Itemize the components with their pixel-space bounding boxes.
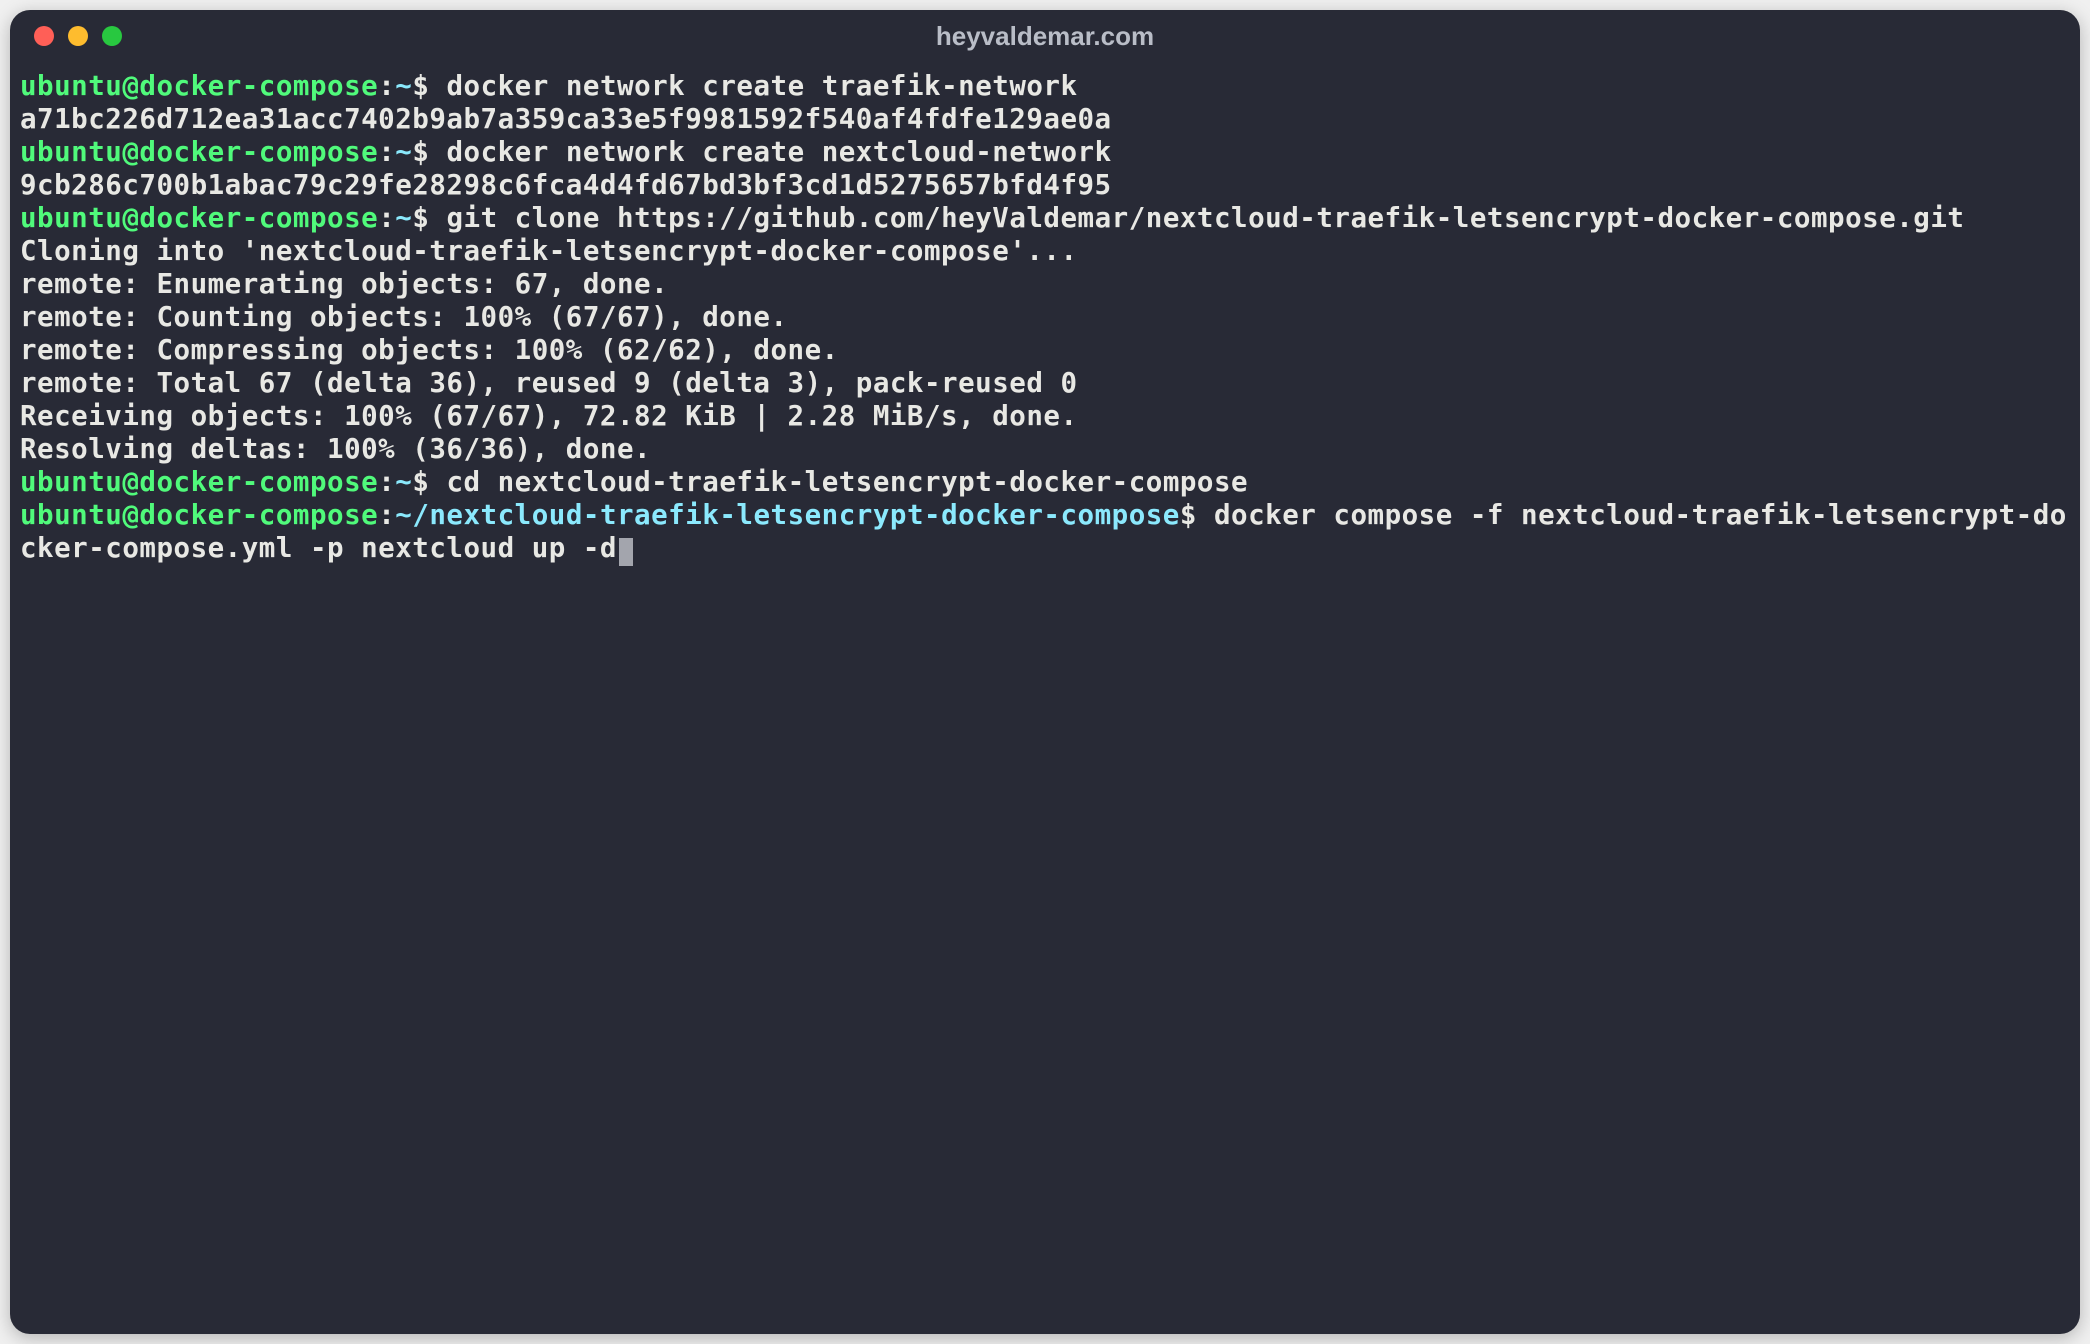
command-text: git clone https://github.com/heyValdemar… (446, 202, 1964, 234)
window-controls (34, 26, 122, 46)
titlebar: heyvaldemar.com (10, 10, 2080, 62)
prompt-line: ubuntu@docker-compose:~$ docker network … (20, 70, 2070, 103)
prompt-separator: : (378, 70, 395, 102)
prompt-host: docker-compose (139, 202, 378, 234)
prompt-path: ~ (395, 202, 412, 234)
prompt-user: ubuntu (20, 202, 122, 234)
prompt-host: docker-compose (139, 499, 378, 531)
prompt-user: ubuntu (20, 136, 122, 168)
prompt-line: ubuntu@docker-compose:~/nextcloud-traefi… (20, 499, 2070, 565)
prompt-user: ubuntu (20, 466, 122, 498)
prompt-separator: : (378, 499, 395, 531)
prompt-at: @ (122, 202, 139, 234)
prompt-at: @ (122, 466, 139, 498)
output-line: remote: Compressing objects: 100% (62/62… (20, 334, 2070, 367)
prompt-symbol: $ (1180, 499, 1214, 531)
output-line: 9cb286c700b1abac79c29fe28298c6fca4d4fd67… (20, 169, 2070, 202)
output-line: Receiving objects: 100% (67/67), 72.82 K… (20, 400, 2070, 433)
prompt-at: @ (122, 136, 139, 168)
command-text: docker network create nextcloud-network (446, 136, 1111, 168)
prompt-line: ubuntu@docker-compose:~$ cd nextcloud-tr… (20, 466, 2070, 499)
prompt-symbol: $ (412, 136, 446, 168)
prompt-user: ubuntu (20, 499, 122, 531)
prompt-line: ubuntu@docker-compose:~$ git clone https… (20, 202, 2070, 235)
command-text: docker network create traefik-network (446, 70, 1077, 102)
prompt-user: ubuntu (20, 70, 122, 102)
output-line: a71bc226d712ea31acc7402b9ab7a359ca33e5f9… (20, 103, 2070, 136)
prompt-symbol: $ (412, 70, 446, 102)
minimize-icon[interactable] (68, 26, 88, 46)
prompt-path: ~ (395, 70, 412, 102)
prompt-path: ~/nextcloud-traefik-letsencrypt-docker-c… (395, 499, 1180, 531)
prompt-at: @ (122, 70, 139, 102)
prompt-path: ~ (395, 466, 412, 498)
prompt-separator: : (378, 466, 395, 498)
prompt-path: ~ (395, 136, 412, 168)
prompt-host: docker-compose (139, 70, 378, 102)
prompt-host: docker-compose (139, 136, 378, 168)
prompt-separator: : (378, 202, 395, 234)
prompt-at: @ (122, 499, 139, 531)
prompt-symbol: $ (412, 466, 446, 498)
cursor-icon (619, 538, 633, 566)
window-title: heyvaldemar.com (10, 21, 2080, 52)
maximize-icon[interactable] (102, 26, 122, 46)
terminal-window: heyvaldemar.com ubuntu@docker-compose:~$… (10, 10, 2080, 1334)
prompt-symbol: $ (412, 202, 446, 234)
output-line: remote: Enumerating objects: 67, done. (20, 268, 2070, 301)
output-line: remote: Total 67 (delta 36), reused 9 (d… (20, 367, 2070, 400)
prompt-line: ubuntu@docker-compose:~$ docker network … (20, 136, 2070, 169)
output-line: Cloning into 'nextcloud-traefik-letsencr… (20, 235, 2070, 268)
close-icon[interactable] (34, 26, 54, 46)
prompt-separator: : (378, 136, 395, 168)
output-line: Resolving deltas: 100% (36/36), done. (20, 433, 2070, 466)
terminal-output[interactable]: ubuntu@docker-compose:~$ docker network … (10, 62, 2080, 1334)
prompt-host: docker-compose (139, 466, 378, 498)
output-line: remote: Counting objects: 100% (67/67), … (20, 301, 2070, 334)
command-text: cd nextcloud-traefik-letsencrypt-docker-… (446, 466, 1248, 498)
